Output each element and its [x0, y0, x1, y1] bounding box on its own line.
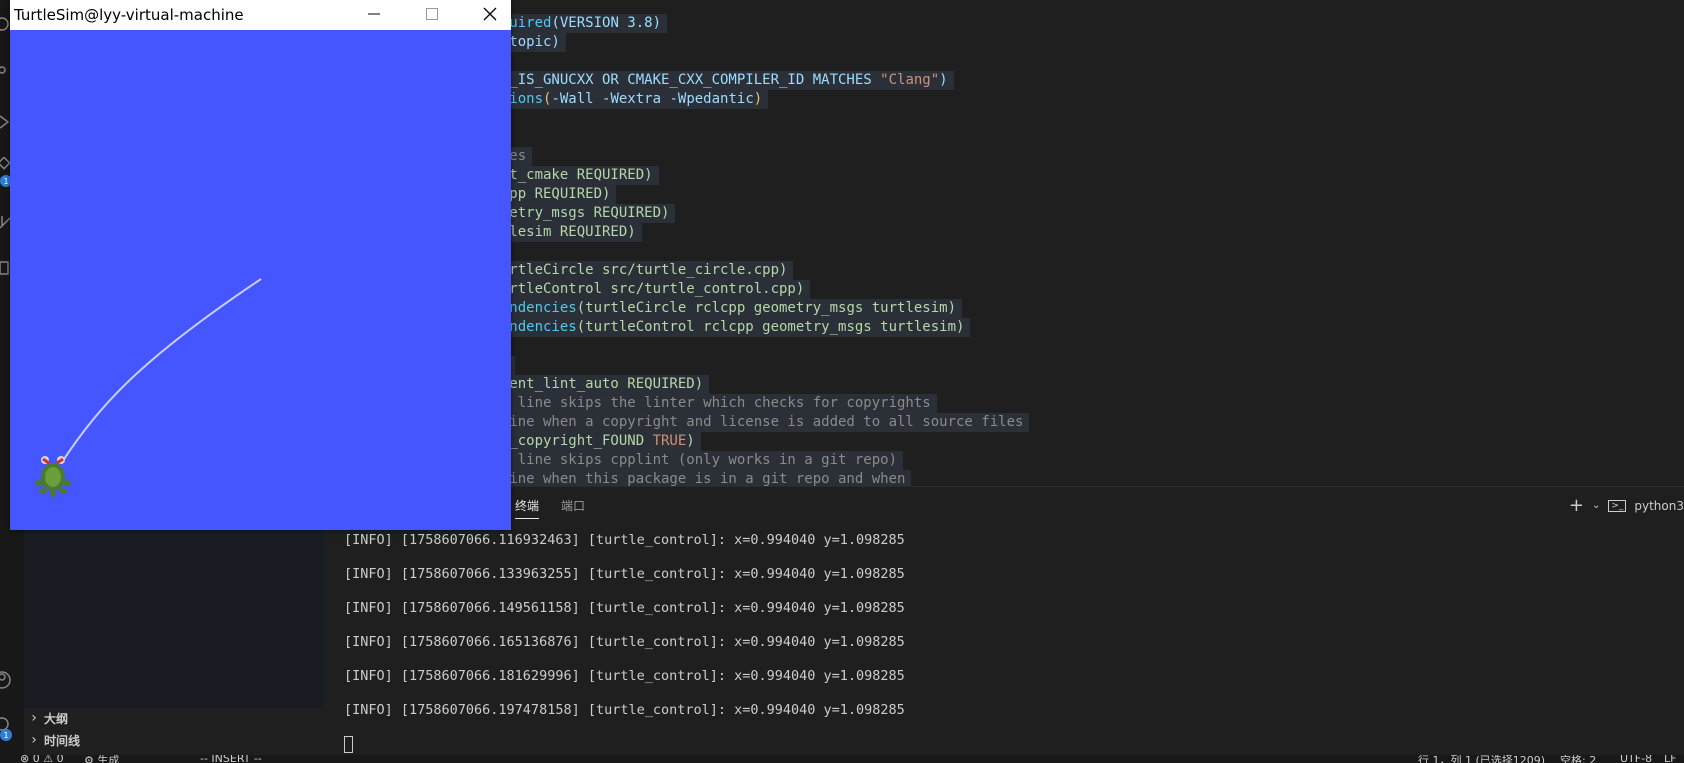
maximize-icon: [426, 8, 438, 20]
terminal-line: [INFO] [1758607066.165136876] [turtle_co…: [344, 634, 905, 650]
code-token: ): [939, 72, 948, 88]
cursor-position[interactable]: 行 1，列 1 (已选择1209): [1418, 755, 1545, 763]
code-token: ): [686, 433, 695, 449]
code-editor[interactable]: required(VERSION 3.8) pp_topic) LER_IS_GNU…: [324, 0, 1684, 489]
turtlesim-canvas: [10, 30, 511, 530]
close-button[interactable]: [462, 0, 518, 28]
code-line: (turtleControl src/turtle_control.cpp): [484, 280, 811, 299]
timeline-label: 时间线: [44, 733, 81, 748]
code-token: "Clang": [880, 72, 940, 88]
code-line: options(-Wall -Wextra -Wpedantic): [484, 90, 769, 109]
panel-actions: + ⌄ >_ python3: [1569, 495, 1684, 516]
chevron-down-icon[interactable]: ⌄: [1592, 500, 1600, 511]
code-token: (turtleControl rclcpp geometry_msgs turt…: [576, 319, 965, 335]
accounts-icon[interactable]: [0, 668, 24, 692]
terminal-line: [INFO] [1758607066.133963255] [turtle_co…: [344, 566, 905, 582]
terminal-name[interactable]: python3: [1634, 499, 1684, 513]
code-line: e line when a copyright and license is a…: [484, 413, 1030, 432]
code-token: ing line skips the linter which checks f…: [484, 395, 931, 411]
code-line: ependencies(turtleCircle rclcpp geometry…: [484, 299, 963, 318]
sidebar-panel: [24, 530, 324, 708]
code-line: ing line skips cpplint (only works in a …: [484, 451, 904, 470]
code-token: (turtleCircle src/turtle_circle.cpp): [484, 262, 788, 278]
code-line: ake_copyright_FOUND TRUE): [484, 432, 701, 451]
code-token: (VERSION 3.8): [551, 15, 662, 31]
plus-icon[interactable]: +: [1569, 495, 1584, 516]
outline-label: 大纲: [44, 711, 69, 726]
code-token: (turtleControl src/turtle_control.cpp): [484, 281, 805, 297]
code-token: TRUE: [652, 433, 687, 449]
tab-terminal[interactable]: 终端: [515, 497, 540, 519]
indent-spaces[interactable]: 空格: 2: [1560, 755, 1596, 763]
turtle-trail: [61, 278, 262, 463]
code-token: -Wall -Wextra -Wpedantic: [551, 91, 754, 107]
code-line: LER_IS_GNUCXX OR CMAKE_CXX_COMPILER_ID M…: [484, 71, 954, 90]
code-line: (turtleCircle src/turtle_circle.cpp): [484, 261, 794, 280]
turtlesim-window: TurtleSim@lyy-virtual-machine: [10, 0, 511, 530]
terminal-line: [INFO] [1758607066.149561158] [turtle_co…: [344, 600, 905, 616]
outline-section[interactable]: › 大纲: [24, 708, 324, 728]
chevron-right-icon: ›: [31, 710, 37, 726]
maximize-button[interactable]: [404, 0, 460, 28]
code-line: eometry_msgs REQUIRED): [484, 204, 676, 223]
code-token: (ament_lint_auto REQUIRED): [484, 376, 704, 392]
terminal-cursor: [344, 736, 353, 753]
minimize-button[interactable]: [346, 0, 402, 28]
code-token: e line when a copyright and license is a…: [484, 414, 1024, 430]
code-token: (turtleCircle rclcpp geometry_msgs turtl…: [576, 300, 957, 316]
minimize-icon: [368, 13, 380, 15]
timeline-section[interactable]: › 时间线: [24, 730, 324, 750]
code-token: eometry_msgs REQUIRED): [484, 205, 670, 221]
eol[interactable]: LF: [1664, 755, 1676, 763]
settings-badge: 1: [0, 729, 12, 741]
code-token: LER_IS_GNUCXX OR CMAKE_CXX_COMPILER_ID M…: [484, 72, 881, 88]
bottom-panel: 终端 端口 + ⌄ >_ python3 [INFO] [1758607066.…: [324, 486, 1684, 753]
code-line: ing line skips the linter which checks f…: [484, 394, 937, 413]
code-token: ): [753, 91, 763, 107]
problems-status[interactable]: ⊗ 0 ⚠ 0: [20, 755, 64, 763]
vim-mode: -- INSERT --: [200, 755, 262, 763]
close-icon: [483, 7, 497, 21]
code-token: e line when this package is in a git rep…: [484, 471, 906, 487]
terminal-line: [INFO] [1758607066.197478158] [turtle_co…: [344, 702, 905, 718]
tab-ports[interactable]: 端口: [561, 497, 585, 514]
code-line: (ament_lint_auto REQUIRED): [484, 375, 710, 394]
terminal-icon: >_: [1608, 499, 1627, 512]
turtle-icon: [35, 456, 71, 497]
encoding[interactable]: UTF-8: [1620, 755, 1652, 763]
build-status[interactable]: ⚙ 生成: [84, 755, 119, 763]
chevron-right-icon: ›: [31, 732, 37, 748]
terminal-line: [INFO] [1758607066.116932463] [turtle_co…: [344, 532, 905, 548]
turtle-canvas-svg: [35, 278, 262, 497]
code-line: ependencies(turtleControl rclcpp geometr…: [484, 318, 971, 337]
window-title: TurtleSim@lyy-virtual-machine: [14, 6, 244, 24]
terminal-line: [INFO] [1758607066.181629996] [turtle_co…: [344, 668, 905, 684]
code-token: ing line skips cpplint (only works in a …: [484, 452, 898, 468]
status-bar: ⊗ 0 ⚠ 0 ⚙ 生成 -- INSERT -- 行 1，列 1 (已选择12…: [0, 755, 1684, 763]
